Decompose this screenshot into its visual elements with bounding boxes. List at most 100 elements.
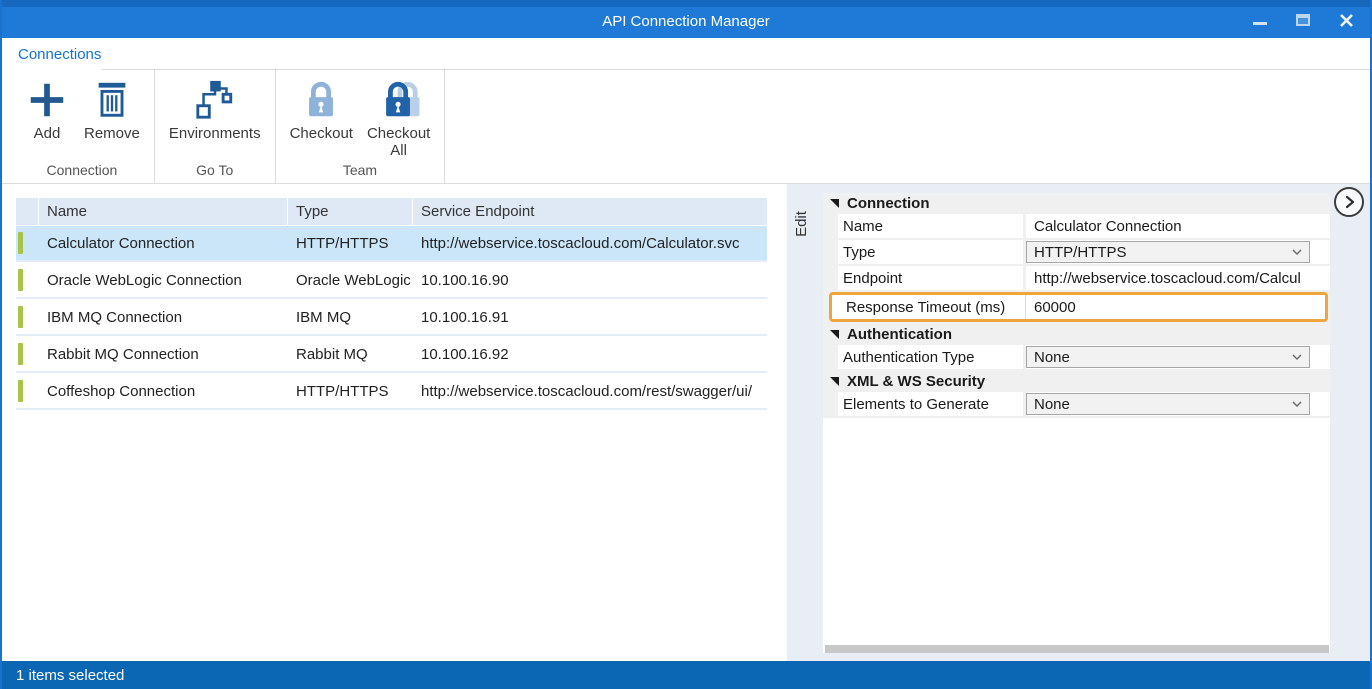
lock-icon bbox=[299, 78, 343, 122]
chevron-right-icon bbox=[1344, 195, 1355, 209]
minimize-button[interactable] bbox=[1252, 12, 1268, 28]
prop-dropdown-elements-to-generate[interactable]: None bbox=[1026, 393, 1310, 415]
prop-dropdown-authentication-type[interactable]: None bbox=[1026, 346, 1310, 368]
property-group-connection: Connection Name Calculator Connection Ty… bbox=[823, 193, 1330, 322]
close-button[interactable] bbox=[1338, 12, 1354, 28]
property-grid: Connection Name Calculator Connection Ty… bbox=[823, 193, 1330, 653]
content-area: Name Type Service Endpoint Calculator Co… bbox=[2, 184, 1370, 661]
chevron-down-icon bbox=[1292, 354, 1302, 360]
cell-service-endpoint: http://webservice.toscacloud.com/rest/sw… bbox=[413, 374, 767, 408]
window-title: API Connection Manager bbox=[602, 13, 770, 30]
ribbon-group-go-to: Environments Go To bbox=[155, 70, 276, 183]
prop-value-type: HTTP/HTTPS bbox=[1026, 240, 1330, 264]
ribbon-group-label: Go To bbox=[169, 159, 261, 183]
prop-value-response-timeout-ms[interactable]: 60000 bbox=[1025, 295, 1325, 319]
checkout-status-indicator bbox=[18, 306, 23, 328]
property-rows: Connection Name Calculator Connection Ty… bbox=[823, 193, 1330, 418]
property-row-name: Name Calculator Connection bbox=[823, 214, 1330, 238]
property-group-header[interactable]: XML & WS Security bbox=[823, 371, 1330, 392]
environments-button[interactable]: Environments bbox=[169, 78, 261, 142]
prop-dropdown-type[interactable]: HTTP/HTTPS bbox=[1026, 241, 1310, 263]
prop-label-authentication-type: Authentication Type bbox=[838, 345, 1023, 369]
api-connection-manager-window: API Connection Manager Connections Add R… bbox=[0, 0, 1372, 689]
cell-name: Oracle WebLogic Connection bbox=[39, 263, 288, 297]
prop-value-endpoint[interactable]: http://webservice.toscacloud.com/Calcul bbox=[1026, 266, 1330, 290]
prop-value-authentication-type: None bbox=[1026, 345, 1330, 369]
title-bar: API Connection Manager bbox=[2, 0, 1370, 38]
add-button[interactable]: Add bbox=[24, 78, 70, 142]
checkout-status-indicator bbox=[18, 343, 23, 365]
checkout-status-indicator bbox=[18, 269, 23, 291]
table-row-calculator-connection[interactable]: Calculator Connection HTTP/HTTPS http://… bbox=[16, 226, 767, 262]
tab-edit[interactable]: Edit bbox=[787, 193, 817, 661]
header-name[interactable]: Name bbox=[39, 198, 288, 225]
edit-tab-label: Edit bbox=[793, 211, 811, 237]
table-row-oracle-weblogic-connection[interactable]: Oracle WebLogic Connection Oracle WebLog… bbox=[16, 263, 767, 299]
prop-label-elements-to-generate: Elements to Generate bbox=[838, 392, 1023, 416]
list-header: Name Type Service Endpoint bbox=[16, 198, 767, 225]
horizontal-scrollbar[interactable] bbox=[825, 645, 1329, 653]
checkout-status-indicator bbox=[18, 380, 23, 402]
lock-stack-icon bbox=[377, 78, 421, 122]
property-group-header[interactable]: Authentication bbox=[823, 324, 1330, 345]
window-controls bbox=[1252, 12, 1354, 28]
collapse-triangle-icon bbox=[830, 330, 839, 339]
prop-value-name[interactable]: Calculator Connection bbox=[1026, 214, 1330, 238]
cell-name: Rabbit MQ Connection bbox=[39, 337, 288, 371]
cell-type: Rabbit MQ bbox=[288, 337, 413, 371]
property-group-xml-ws-security: XML & WS Security Elements to Generate N… bbox=[823, 371, 1330, 416]
ribbon-group-connection: Add Remove Connection bbox=[10, 70, 155, 183]
prop-label-name: Name bbox=[838, 214, 1023, 238]
table-row-coffeshop-connection[interactable]: Coffeshop Connection HTTP/HTTPS http://w… bbox=[16, 374, 767, 410]
ribbon: Connections Add Remove Connection Enviro… bbox=[2, 38, 1370, 184]
property-row-response-timeout-ms: Response Timeout (ms) 60000 bbox=[829, 292, 1328, 322]
maximize-icon bbox=[1296, 14, 1310, 26]
ribbon-tab-row: Connections bbox=[2, 38, 1370, 70]
remove-button[interactable]: Remove bbox=[84, 78, 140, 142]
prop-label-type: Type bbox=[838, 240, 1023, 264]
maximize-button[interactable] bbox=[1295, 12, 1311, 28]
checkout-button[interactable]: Checkout bbox=[290, 78, 353, 142]
cell-type: HTTP/HTTPS bbox=[288, 374, 413, 408]
header-service-endpoint[interactable]: Service Endpoint bbox=[413, 198, 767, 225]
cell-service-endpoint: 10.100.16.91 bbox=[413, 300, 767, 334]
cell-name: Calculator Connection bbox=[39, 226, 288, 260]
checkout-all-button[interactable]: Checkout All bbox=[367, 78, 430, 159]
minimize-icon bbox=[1253, 22, 1267, 25]
table-row-rabbit-mq-connection[interactable]: Rabbit MQ Connection Rabbit MQ 10.100.16… bbox=[16, 337, 767, 373]
property-row-endpoint: Endpoint http://webservice.toscacloud.co… bbox=[823, 266, 1330, 290]
cell-name: Coffeshop Connection bbox=[39, 374, 288, 408]
list-rows: Calculator Connection HTTP/HTTPS http://… bbox=[16, 226, 767, 410]
checkout-status-indicator bbox=[18, 232, 23, 254]
ribbon-group-team: Checkout Checkout All Team bbox=[276, 70, 446, 183]
property-grid-empty-area bbox=[823, 418, 1330, 645]
collapse-triangle-icon bbox=[830, 377, 839, 386]
property-row-type: Type HTTP/HTTPS bbox=[823, 240, 1330, 264]
cell-service-endpoint: http://webservice.toscacloud.com/Calcula… bbox=[413, 226, 767, 260]
chevron-down-icon bbox=[1292, 249, 1302, 255]
connections-list: Name Type Service Endpoint Calculator Co… bbox=[16, 198, 767, 661]
close-icon bbox=[1339, 13, 1354, 28]
table-row-ibm-mq-connection[interactable]: IBM MQ Connection IBM MQ 10.100.16.91 bbox=[16, 300, 767, 336]
cell-type: HTTP/HTTPS bbox=[288, 226, 413, 260]
prop-label-endpoint: Endpoint bbox=[838, 266, 1023, 290]
cell-type: IBM MQ bbox=[288, 300, 413, 334]
property-group-header[interactable]: Connection bbox=[823, 193, 1330, 214]
ribbon-groups: Add Remove Connection Environments Go To… bbox=[2, 70, 1370, 183]
status-bar: 1 items selected bbox=[2, 661, 1370, 689]
header-type[interactable]: Type bbox=[288, 198, 413, 225]
cell-service-endpoint: 10.100.16.92 bbox=[413, 337, 767, 371]
ribbon-group-label: Team bbox=[290, 159, 431, 183]
trash-icon bbox=[90, 78, 134, 122]
ribbon-group-label: Connection bbox=[24, 159, 140, 183]
collapse-panel-button[interactable] bbox=[1334, 187, 1364, 217]
cell-service-endpoint: 10.100.16.90 bbox=[413, 263, 767, 297]
header-indicator-column bbox=[16, 198, 39, 225]
cell-name: IBM MQ Connection bbox=[39, 300, 288, 334]
cell-type: Oracle WebLogic bbox=[288, 263, 413, 297]
edit-panel: Edit Connection Name Calculator Connecti… bbox=[787, 184, 1370, 661]
tab-connections[interactable]: Connections bbox=[2, 46, 117, 63]
property-group-authentication: Authentication Authentication Type None bbox=[823, 324, 1330, 369]
collapse-triangle-icon bbox=[830, 199, 839, 208]
prop-label-response-timeout-ms: Response Timeout (ms) bbox=[841, 295, 1025, 319]
